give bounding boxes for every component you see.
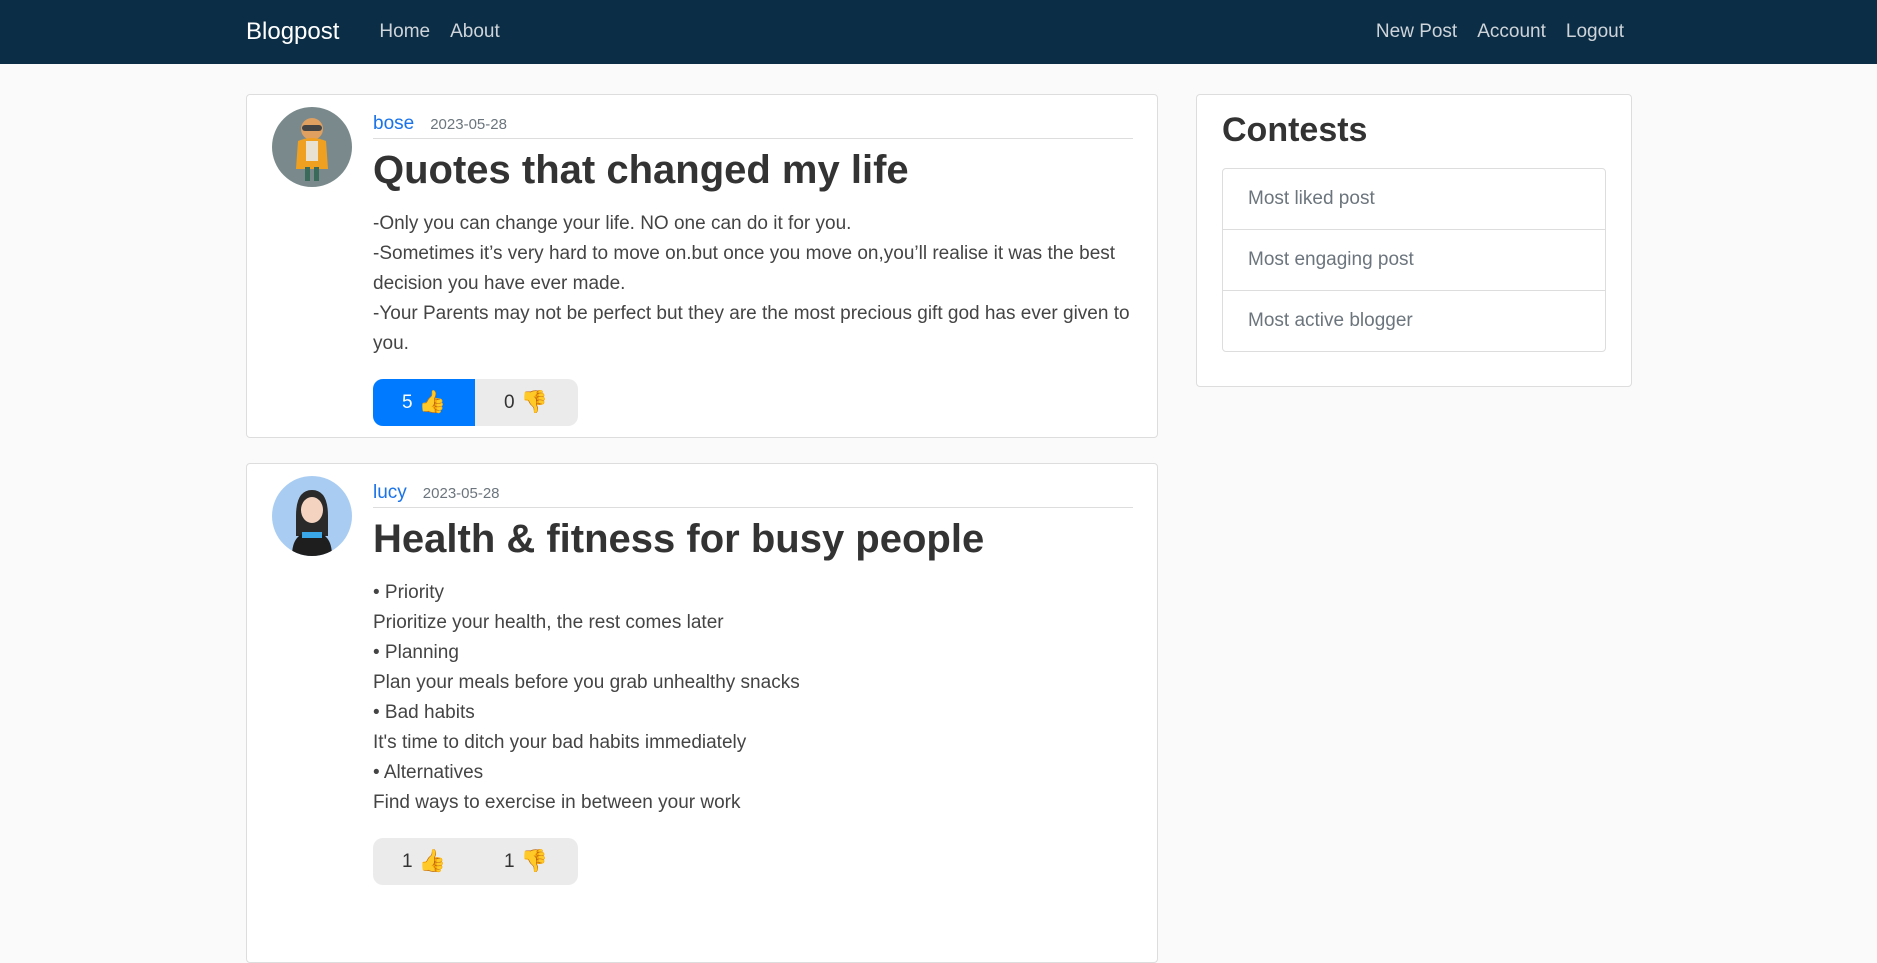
dislike-count: 0 (504, 391, 515, 413)
dislike-button[interactable]: 1 👎 (475, 838, 577, 885)
content-line: -Your Parents may not be perfect but the… (373, 303, 1130, 354)
contest-most-active-blogger[interactable]: Most active blogger (1223, 291, 1605, 351)
contest-most-engaging-post[interactable]: Most engaging post (1223, 230, 1605, 291)
post-content: • Priority Prioritize your health, the r… (373, 578, 1133, 818)
content-line: • Planning (373, 642, 459, 663)
author-link[interactable]: lucy (373, 482, 407, 504)
post-date: 2023-05-28 (430, 116, 507, 133)
nav-account-link[interactable]: Account (1477, 21, 1546, 43)
content-line: Prioritize your health, the rest comes l… (373, 612, 724, 633)
nav-left: Home About (379, 21, 519, 43)
content-line: -Only you can change your life. NO one c… (373, 213, 852, 234)
like-count: 1 (402, 850, 413, 872)
avatar-illustration-icon (272, 107, 352, 187)
vote-group: 5 👍 0 👎 (373, 379, 578, 426)
like-count: 5 (402, 391, 413, 413)
content-line: • Priority (373, 582, 445, 603)
content-line: • Alternatives (373, 762, 484, 783)
brand-link[interactable]: Blogpost (246, 18, 339, 46)
vote-group: 1 👍 1 👎 (373, 838, 578, 885)
nav-home-link[interactable]: Home (379, 21, 430, 43)
post-meta: bose 2023-05-28 (373, 113, 1133, 139)
like-button[interactable]: 1 👍 (373, 838, 475, 885)
nav-new-post-link[interactable]: New Post (1376, 21, 1457, 43)
dislike-button[interactable]: 0 👎 (475, 379, 577, 426)
content-line: -Sometimes it’s very hard to move on.but… (373, 243, 1116, 294)
top-navbar: Blogpost Home About New Post Account Log… (0, 0, 1877, 64)
nav-right: New Post Account Logout (1356, 21, 1624, 43)
post-body: bose 2023-05-28 Quotes that changed my l… (373, 95, 1133, 426)
post-meta: lucy 2023-05-28 (373, 482, 1133, 508)
content-line: Plan your meals before you grab unhealth… (373, 672, 800, 693)
dislike-count: 1 (504, 850, 515, 872)
post-title[interactable]: Quotes that changed my life (373, 147, 1133, 193)
avatar-illustration-icon (272, 476, 352, 556)
contests-sidebar: Contests Most liked post Most engaging p… (1196, 94, 1632, 387)
post-title[interactable]: Health & fitness for busy people (373, 516, 1133, 562)
thumbs-up-icon: 👍 (418, 390, 446, 415)
nav-about-link[interactable]: About (450, 21, 500, 43)
author-avatar[interactable] (272, 476, 352, 556)
post-card: lucy 2023-05-28 Health & fitness for bus… (246, 463, 1158, 963)
post-content: -Only you can change your life. NO one c… (373, 209, 1133, 359)
content-line: It's time to ditch your bad habits immed… (373, 732, 747, 753)
content-line: • Bad habits (373, 702, 475, 723)
nav-logout-link[interactable]: Logout (1566, 21, 1624, 43)
author-avatar[interactable] (272, 107, 352, 187)
post-date: 2023-05-28 (422, 485, 500, 502)
post-body: lucy 2023-05-28 Health & fitness for bus… (373, 464, 1133, 885)
thumbs-down-icon: 👎 (520, 390, 548, 415)
contests-list: Most liked post Most engaging post Most … (1222, 168, 1606, 352)
sidebar-title: Contests (1222, 111, 1368, 149)
content-line: Find ways to exercise in between your wo… (373, 792, 741, 813)
author-link[interactable]: bose (373, 113, 414, 135)
thumbs-up-icon: 👍 (418, 849, 446, 874)
like-button[interactable]: 5 👍 (373, 379, 475, 426)
contest-most-liked-post[interactable]: Most liked post (1223, 169, 1605, 230)
post-card: bose 2023-05-28 Quotes that changed my l… (246, 94, 1158, 438)
thumbs-down-icon: 👎 (520, 849, 548, 874)
